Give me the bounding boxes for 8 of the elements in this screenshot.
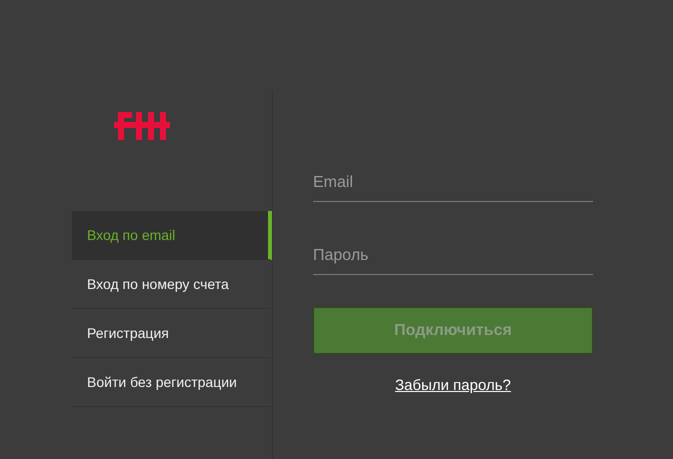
menu-item[interactable]: Вход по номеру счета [72, 260, 272, 309]
logo-icon [114, 110, 170, 142]
input-field[interactable]: Email [313, 165, 593, 202]
menu-item[interactable]: Регистрация [72, 309, 272, 358]
forgot-password-link[interactable]: Забыли пароль? [395, 377, 511, 394]
menu-item[interactable]: Войти без регистрации [72, 358, 272, 407]
menu-item[interactable]: Вход по email [72, 211, 272, 260]
input-field[interactable]: Пароль [313, 238, 593, 275]
